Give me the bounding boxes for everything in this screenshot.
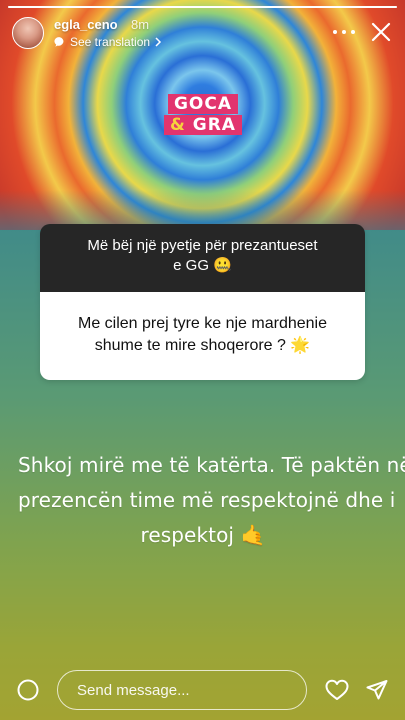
question-sticker[interactable]: Më bëj një pyetje për prezantueset e GG … [40, 224, 365, 380]
answer-line1: Shkoj mirë me të katërta. Të paktën në [18, 453, 405, 477]
avatar[interactable] [12, 17, 44, 49]
logo-line1: GOCA [167, 94, 239, 114]
question-prompt-line2: e GG 🤐 [173, 257, 232, 274]
translate-icon [54, 37, 64, 47]
username[interactable]: egla_ceno [54, 17, 118, 32]
see-translation-link[interactable]: See translation [54, 35, 162, 49]
close-icon[interactable] [369, 20, 393, 44]
question-prompt: Më bëj një pyetje për prezantueset e GG … [40, 224, 365, 292]
story-progress-bar [8, 6, 397, 8]
camera-icon[interactable] [16, 678, 40, 702]
post-time: 8m [131, 17, 150, 32]
logo-line2: & GRA [164, 115, 242, 135]
answer-text: Shkoj mirë me të katërta. Të paktën në p… [18, 448, 405, 553]
goca-gra-logo: GOCA & GRA [157, 94, 249, 136]
see-translation-label: See translation [70, 35, 151, 49]
send-message-input[interactable] [57, 670, 307, 710]
heart-icon[interactable] [324, 678, 350, 702]
answer-line3: respektoj 🤙 [140, 523, 266, 547]
question-prompt-line1: Më bëj një pyetje për prezantueset [87, 237, 318, 254]
reply-bar [0, 668, 405, 712]
chevron-right-icon [155, 37, 162, 47]
question-text: Me cilen prej tyre ke nje mardhenie shum… [40, 292, 365, 380]
logo-line2-text: GRA [192, 115, 236, 135]
question-text-line1: Me cilen prej tyre ke nje mardhenie [77, 315, 327, 332]
story-header: egla_ceno 8m See translation [10, 14, 395, 54]
question-text-line2: shume te mire shoqerore ? 🌟 [94, 337, 311, 354]
logo-ampersand: & [170, 115, 186, 135]
more-icon[interactable] [333, 24, 355, 40]
answer-line2: prezencën time më respektojnë dhe i [18, 488, 396, 512]
story-progress-fill [8, 6, 397, 8]
send-icon[interactable] [365, 678, 389, 702]
